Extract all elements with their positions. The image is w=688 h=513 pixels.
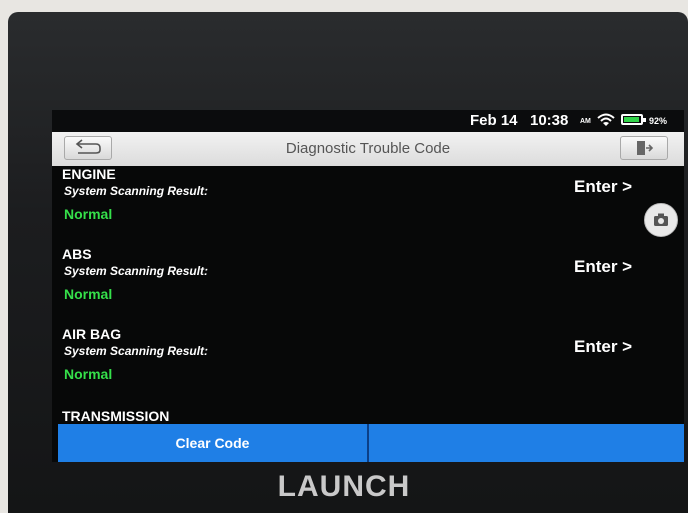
status-date: Feb 14: [470, 112, 518, 129]
battery-percent: 92%: [649, 116, 668, 126]
enter-button[interactable]: Enter >: [574, 257, 632, 277]
exit-button[interactable]: [620, 136, 668, 160]
list-item: ABS System Scanning Result: Normal Enter…: [52, 246, 684, 326]
scan-status: Normal: [64, 366, 113, 382]
status-ampm: AM: [580, 118, 591, 125]
status-bar: Feb 14 10:38 AM 92%: [52, 110, 684, 132]
page-title: Diagnostic Trouble Code: [285, 140, 451, 157]
wifi-icon: [597, 113, 615, 131]
list-item: ENGINE System Scanning Result: Normal En…: [52, 166, 684, 246]
camera-icon: [654, 213, 668, 226]
enter-button[interactable]: Enter >: [574, 337, 632, 357]
scan-result-label: System Scanning Result:: [64, 264, 209, 278]
battery-fill: [624, 117, 639, 122]
system-name: AIR BAG: [62, 326, 122, 342]
screen: Feb 14 10:38 AM 92% Diagnostic Trouble C…: [52, 110, 684, 462]
tablet-bezel: Feb 14 10:38 AM 92% Diagnostic Trouble C…: [8, 12, 688, 513]
brand-logo: LAUNCH: [277, 470, 411, 503]
system-name: TRANSMISSION: [62, 408, 170, 424]
title-bar: Diagnostic Trouble Code: [52, 132, 684, 166]
scan-result-label: System Scanning Result:: [64, 184, 209, 198]
scan-status: Normal: [64, 206, 113, 222]
camera-button[interactable]: [644, 203, 678, 237]
list-item: AIR BAG System Scanning Result: Normal E…: [52, 326, 684, 406]
clear-code-button[interactable]: Clear Code: [58, 424, 367, 462]
action-bar: Clear Code: [58, 424, 684, 462]
exit-icon: [637, 141, 654, 155]
enter-button[interactable]: Enter >: [574, 177, 632, 197]
system-list: ENGINE System Scanning Result: Normal En…: [52, 166, 684, 424]
status-time: 10:38: [530, 112, 569, 129]
scan-status: Normal: [64, 286, 113, 302]
system-name: ENGINE: [62, 166, 116, 182]
list-item: TRANSMISSION: [52, 408, 684, 424]
secondary-action-button[interactable]: [369, 424, 684, 462]
system-name: ABS: [62, 246, 92, 262]
scan-result-label: System Scanning Result:: [64, 344, 209, 358]
battery-icon: [621, 114, 646, 125]
